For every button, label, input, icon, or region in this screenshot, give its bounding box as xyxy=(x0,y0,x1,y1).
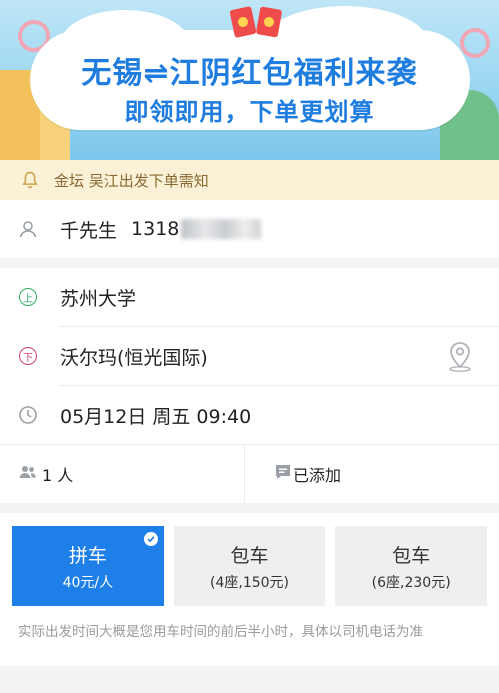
pickup-icon-wrap: 上 xyxy=(18,287,38,307)
route-section: 上 苏州大学 下 沃尔玛(恒光国际) 05月12日 周五 09:40 1 人 已… xyxy=(0,268,499,503)
people-icon xyxy=(18,462,38,486)
note-status: 已添加 xyxy=(293,466,342,485)
passenger-section: 千先生 1318 xyxy=(0,200,499,258)
section-gap xyxy=(0,503,499,513)
message-icon xyxy=(273,462,293,486)
option-name: 包车 xyxy=(392,544,431,567)
map-pin-icon[interactable] xyxy=(443,339,477,373)
pickup-row[interactable]: 上 苏州大学 xyxy=(0,268,499,326)
promo-banner[interactable]: 无锡⇌江阴红包福利来袭 即领即用，下单更划算 xyxy=(0,0,499,160)
banner-title: 无锡⇌江阴红包福利来袭 xyxy=(81,56,418,91)
bell-icon xyxy=(22,171,38,189)
passenger-name: 千先生 xyxy=(60,219,118,242)
person-icon xyxy=(18,219,38,239)
passenger-row[interactable]: 千先生 1318 xyxy=(0,200,499,258)
section-gap xyxy=(0,258,499,268)
notice-bar[interactable]: 金坛 吴江出发下单需知 xyxy=(0,160,499,200)
ride-options: 拼车 40元/人 包车 (4座,150元) 包车 (6座,230元) xyxy=(0,513,499,606)
note-cell[interactable]: 已添加 xyxy=(244,445,499,503)
bottom-spacer xyxy=(0,666,499,680)
red-envelope-icon xyxy=(229,6,257,38)
dropoff-location: 沃尔玛(恒光国际) xyxy=(60,346,208,369)
datetime-row[interactable]: 05月12日 周五 09:40 xyxy=(0,386,499,444)
passenger-count: 1 人 xyxy=(42,466,74,485)
phone-redacted xyxy=(181,219,262,239)
option-carpool[interactable]: 拼车 40元/人 xyxy=(12,526,164,606)
departure-datetime: 05月12日 周五 09:40 xyxy=(60,405,252,428)
option-name: 包车 xyxy=(230,544,269,567)
clock-icon xyxy=(18,405,38,425)
dropoff-row[interactable]: 下 沃尔玛(恒光国际) xyxy=(0,327,499,385)
notice-text: 金坛 吴江出发下单需知 xyxy=(54,171,209,190)
option-name: 拼车 xyxy=(68,544,107,567)
pickup-location: 苏州大学 xyxy=(60,287,137,310)
option-price: 40元/人 xyxy=(62,574,114,591)
banner-subtitle: 即领即用，下单更划算 xyxy=(124,98,375,126)
departure-tip: 实际出发时间大概是您用车时间的前后半小时，具体以司机电话为准 xyxy=(0,606,499,666)
dropoff-icon-wrap: 下 xyxy=(18,346,38,366)
option-price: (4座,150元) xyxy=(210,574,290,591)
dropoff-icon: 下 xyxy=(19,347,37,365)
check-icon xyxy=(143,532,158,546)
option-charter-6[interactable]: 包车 (6座,230元) xyxy=(335,526,488,606)
passenger-count-cell[interactable]: 1 人 xyxy=(0,445,244,503)
pickup-icon: 上 xyxy=(19,288,37,306)
option-price: (6座,230元) xyxy=(371,574,451,591)
people-note-row: 1 人 已添加 xyxy=(0,445,499,503)
passenger-phone: 1318 xyxy=(131,218,180,240)
option-charter-4[interactable]: 包车 (4座,150元) xyxy=(173,526,326,606)
